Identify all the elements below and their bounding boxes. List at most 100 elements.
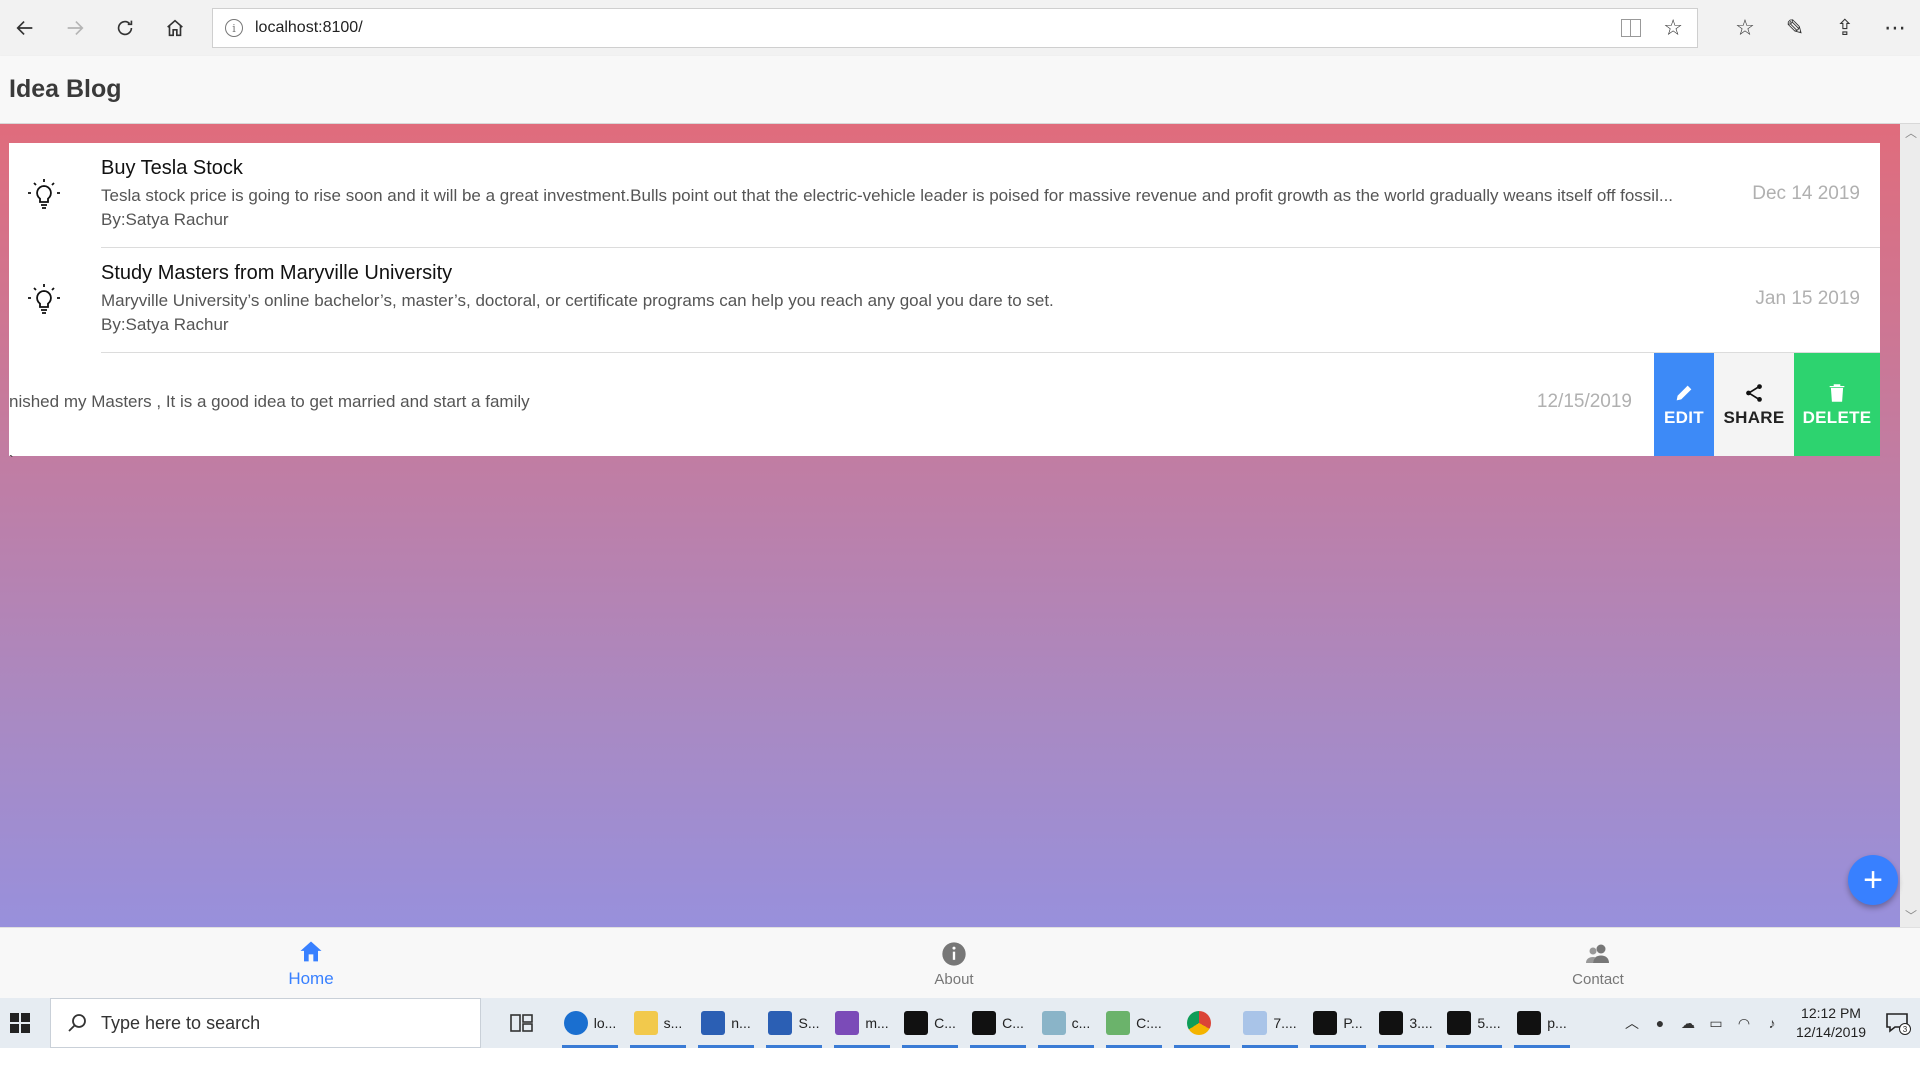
terminal-icon [904,1011,929,1035]
address-bar[interactable]: i localhost:8100/ ☆ [212,8,1698,48]
list-item[interactable]: Study Masters from Maryville University … [9,248,1880,353]
idea-description: Tesla stock price is going to rise soon … [101,186,1674,205]
taskbar-app-photos-1[interactable]: P... [1304,998,1372,1048]
site-info-icon[interactable]: i [225,19,243,37]
clock-time: 12:12 PM [1801,1005,1861,1021]
taskbar-search[interactable]: Type here to search [50,998,481,1048]
taskbar-app-label: P... [1343,1015,1363,1031]
home-outline-icon [167,19,183,37]
edge-icon [563,1011,588,1035]
terminal-icon [972,1011,997,1035]
edit-button[interactable]: EDIT [1654,353,1714,456]
app-icon [1041,1011,1066,1035]
forward-button[interactable] [50,0,100,56]
taskbar-app-paint[interactable]: 7.... [1236,998,1304,1048]
page-title: Idea Blog [9,75,122,103]
pen-notes-icon[interactable]: ✎ [1770,0,1820,56]
share-page-icon[interactable]: ⇪ [1820,0,1870,56]
taskbar-app-photos-4[interactable]: p... [1508,998,1576,1048]
taskbar-app-c[interactable]: c... [1032,998,1100,1048]
taskbar-app-cmd-1[interactable]: C... [896,998,964,1048]
delete-button[interactable]: DELETE [1794,353,1880,456]
refresh-button[interactable] [100,0,150,56]
idea-list: Buy Tesla Stock Tesla stock price is goi… [9,143,1880,456]
taskbar-app-cmd-2[interactable]: C... [964,998,1032,1048]
taskbar-app-drive[interactable]: C:... [1100,998,1168,1048]
people-icon [1586,944,1609,963]
image-icon [1379,1011,1404,1035]
taskbar-app-photos-3[interactable]: 5.... [1440,998,1508,1048]
add-idea-fab[interactable]: + [1848,855,1898,905]
task-view-icon [510,1014,533,1032]
image-icon [1313,1011,1338,1035]
taskbar-app-chrome[interactable] [1168,998,1236,1048]
tab-about[interactable]: About [874,928,1034,999]
cloud-icon[interactable]: ☁ [1674,1015,1702,1032]
wifi-icon[interactable]: ◠ [1730,1015,1758,1032]
task-view-button[interactable] [488,998,556,1048]
visual-studio-icon [835,1011,860,1035]
delete-label: DELETE [1802,407,1872,427]
sync-icon[interactable]: ● [1646,1015,1674,1031]
favorite-star-icon[interactable]: ☆ [1663,15,1683,41]
back-arrow-icon [16,20,33,36]
search-placeholder: Type here to search [101,1012,261,1033]
more-options-icon[interactable]: ⋯ [1870,0,1920,56]
taskbar-app-explorer[interactable]: s... [624,998,692,1048]
tab-contact[interactable]: Contact [1518,928,1678,999]
volume-icon[interactable]: ♪ [1758,1015,1786,1031]
add-icon: + [1863,861,1883,899]
start-button[interactable] [0,998,40,1048]
chevron-up-icon[interactable]: ︿ [1618,1013,1646,1033]
taskbar-app-label: 5.... [1477,1015,1501,1031]
refresh-icon [117,20,133,36]
paint-icon [1243,1011,1268,1035]
list-item[interactable]: Buy Tesla Stock Tesla stock price is goi… [9,143,1880,248]
clock-date: 12/14/2019 [1795,1024,1867,1040]
image-icon [1447,1011,1472,1035]
folder-icon [633,1011,658,1035]
idea-author: By:Satya Rachur [101,210,229,229]
battery-icon[interactable]: ▭ [1702,1015,1730,1032]
taskbar-app-photos-2[interactable]: 3.... [1372,998,1440,1048]
app-toolbar: Idea Blog [0,56,1920,124]
action-center-button[interactable]: 3 [1876,998,1920,1048]
home-icon [300,941,322,962]
bottom-tab-bar: Home About Contact [0,927,1920,998]
favorites-list-icon[interactable]: ☆ [1720,0,1770,56]
tab-label: Contact [1572,970,1624,988]
notification-count: 3 [1903,1025,1908,1034]
powershell-icon [768,1011,793,1035]
tab-home[interactable]: Home [231,928,391,999]
taskbar-clock[interactable]: 12:12 PM 12/14/2019 [1786,1004,1876,1042]
share-button[interactable]: SHARE [1714,353,1794,456]
taskbar-app-label: C:... [1136,1015,1162,1031]
idea-title: Buy Tesla Stock [101,157,243,179]
taskbar-app-powershell-1[interactable]: n... [692,998,760,1048]
trash-icon [1829,383,1845,402]
taskbar-app-label: C... [1002,1015,1024,1031]
tab-label: About [934,970,974,988]
home-button[interactable] [150,0,200,56]
bottom-margin [0,1048,1920,1080]
taskbar-app-edge[interactable]: lo... [556,998,624,1048]
idea-title: Study Masters from Maryville University [101,262,453,284]
taskbar-app-label: m... [865,1015,889,1031]
taskbar-app-label: n... [731,1015,751,1031]
back-button[interactable] [0,0,50,56]
idea-description: Maryville University’s online bachelor’s… [101,291,1054,310]
taskbar-app-visual-studio[interactable]: m... [828,998,896,1048]
share-label: SHARE [1723,407,1785,427]
image-icon [1517,1011,1542,1035]
taskbar-app-label: C... [934,1015,956,1031]
app-icon [1106,1011,1131,1035]
scroll-up-icon[interactable]: ︿ [1905,127,1917,139]
scroll-down-icon[interactable]: ﹀ [1905,910,1917,922]
taskbar-app-label: c... [1071,1015,1091,1031]
powershell-icon [701,1011,726,1035]
taskbar-app-powershell-2[interactable]: S... [760,998,828,1048]
idea-date: 12/15/2019 [1536,391,1632,412]
list-item-sliding[interactable]: nished my Masters , It is a good idea to… [9,353,1880,456]
reading-view-icon[interactable] [1621,19,1641,37]
vertical-scrollbar[interactable]: ︿ ﹀ [1900,124,1920,927]
